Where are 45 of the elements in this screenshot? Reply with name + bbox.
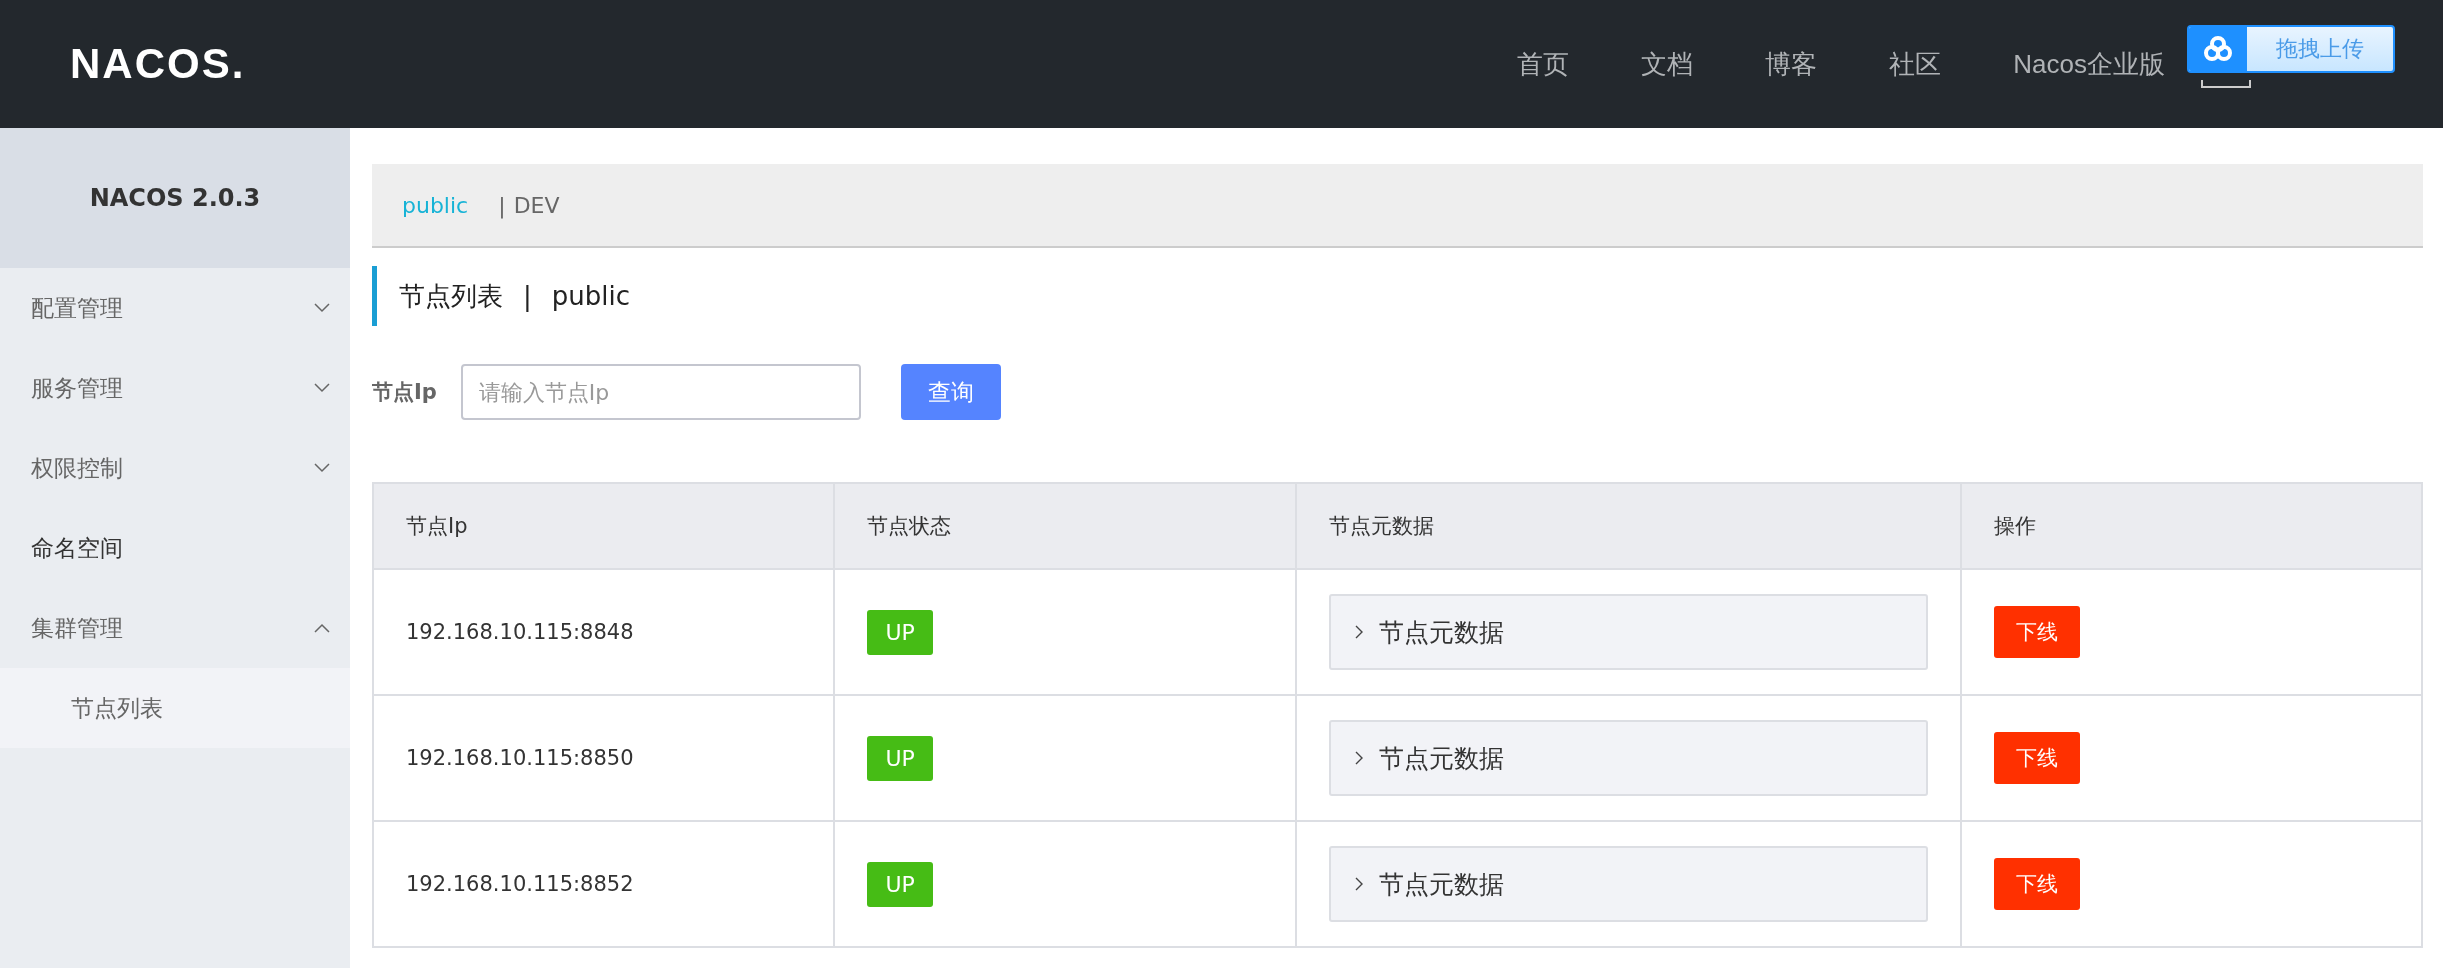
offline-button[interactable]: 下线 [1993, 606, 2080, 658]
chevron-up-icon [314, 623, 330, 633]
sidebar-item[interactable]: 服务管理 [0, 348, 350, 428]
sidebar-item[interactable]: 命名空间 [0, 508, 350, 588]
ip-cell: 192.168.10.115:8852 [406, 872, 634, 896]
ip-cell: 192.168.10.115:8850 [406, 746, 634, 770]
namespace-separator: | [498, 192, 506, 218]
status-tag: UP [867, 735, 933, 781]
status-tag: UP [867, 861, 933, 907]
nacos-logo[interactable]: NACOS. [70, 40, 246, 88]
sidebar-subitem[interactable]: 节点列表 [0, 668, 350, 748]
version-title: NACOS 2.0.3 [0, 128, 350, 268]
offline-button[interactable]: 下线 [1993, 732, 2080, 784]
column-header: 节点状态 [834, 483, 1296, 569]
column-header: 节点元数据 [1295, 483, 1961, 569]
ip-input-field[interactable]: 请输入节点Ip [460, 364, 861, 420]
metadata-collapse[interactable]: 节点元数据 [1328, 594, 1928, 670]
offline-button[interactable]: 下线 [1993, 858, 2080, 910]
nav-link[interactable]: 首页 [1517, 46, 1570, 82]
sidebar-item[interactable]: 集群管理 [0, 588, 350, 668]
sidebar-item[interactable]: 权限控制 [0, 428, 350, 508]
query-button[interactable]: 查询 [900, 364, 1001, 420]
page-title: 节点列表 | public [372, 266, 2423, 326]
chevron-right-icon [1354, 751, 1363, 765]
cloud-icon [2203, 36, 2233, 62]
field-label: 节点Ip [372, 379, 437, 406]
nav-link[interactable]: Nacos企业版 [2013, 46, 2165, 82]
status-tag: UP [867, 609, 933, 655]
metadata-collapse[interactable]: 节点元数据 [1328, 846, 1928, 922]
upload-label: 拖拽上传 [2275, 35, 2365, 63]
column-header: 节点Ip [373, 483, 835, 569]
namespace-link[interactable]: DEV [513, 192, 560, 218]
chevron-down-icon [314, 463, 330, 473]
chevron-down-icon [314, 303, 330, 313]
nav-link[interactable]: 社区 [1889, 46, 1942, 82]
ip-cell: 192.168.10.115:8848 [406, 620, 634, 644]
nav-link[interactable]: 博客 [1765, 46, 1818, 82]
chevron-down-icon [314, 383, 330, 393]
language-button[interactable] [2201, 80, 2251, 88]
chevron-right-icon [1354, 625, 1363, 639]
chevron-right-icon [1354, 877, 1363, 891]
nav-link[interactable]: 文档 [1641, 46, 1694, 82]
metadata-collapse[interactable]: 节点元数据 [1328, 720, 1928, 796]
sidebar-item[interactable]: 配置管理 [0, 268, 350, 348]
column-header: 操作 [1960, 483, 2422, 569]
